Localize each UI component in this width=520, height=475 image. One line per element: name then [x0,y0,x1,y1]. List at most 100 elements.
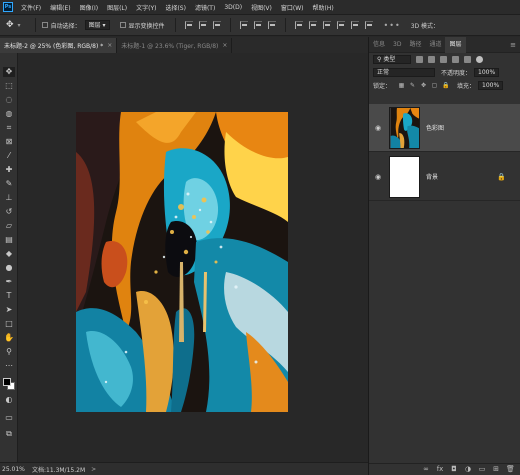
tab-info[interactable]: 信息 [369,37,389,53]
new-layer-icon[interactable]: ⊞ [492,466,500,473]
eraser-tool-icon[interactable]: ▱ [3,221,15,231]
document-canvas[interactable] [76,112,288,412]
distribute-middle-icon[interactable] [350,21,359,29]
layer-name[interactable]: 色彩图 [426,123,444,132]
menu-help[interactable]: 帮助(H) [313,3,334,12]
tab-3d[interactable]: 3D [389,37,405,53]
eyedropper-tool-icon[interactable]: ⁄ [3,151,15,161]
menu-filter[interactable]: 滤镜(T) [195,3,215,12]
menu-image[interactable]: 图像(I) [80,3,98,12]
visibility-eye-icon[interactable]: ◉ [372,124,384,132]
chevron-down-icon[interactable]: ▾ [18,22,21,29]
auto-select-checkbox[interactable] [41,22,48,28]
align-bottom-icon[interactable] [267,21,276,29]
menu-edit[interactable]: 编辑(E) [50,3,70,12]
close-icon[interactable]: × [107,42,112,49]
crop-tool-icon[interactable]: ⌗ [3,123,15,133]
menu-select[interactable]: 选择(S) [165,3,186,12]
align-right-icon[interactable] [212,21,221,29]
hand-tool-icon[interactable]: ✋ [3,333,15,343]
distribute-center-icon[interactable] [308,21,317,29]
rectangle-tool-icon[interactable]: □ [3,319,15,329]
filter-adjustment-icon[interactable] [428,56,435,63]
lock-transparent-icon[interactable]: ▦ [398,82,405,89]
filter-pixel-icon[interactable] [416,56,423,63]
divider [284,18,286,32]
tab-layers[interactable]: 图层 [445,36,466,53]
tab-paths[interactable]: 路径 [405,37,425,53]
adjustment-layer-icon[interactable]: ◑ [464,466,472,473]
edit-toolbar-icon[interactable]: ⧉ [3,429,15,439]
layer-name[interactable]: 背景 [426,172,438,181]
more-tools-icon[interactable]: ⋯ [3,361,15,371]
quick-mask-icon[interactable]: ◐ [3,395,15,405]
quick-select-tool-icon[interactable]: ◍ [3,109,15,119]
filter-toggle-icon[interactable] [476,56,483,63]
align-left-icon[interactable] [184,21,193,29]
layer-style-icon[interactable]: fx [436,466,444,473]
filter-shape-icon[interactable] [452,56,459,63]
distribute-top-icon[interactable] [336,21,345,29]
lock-position-icon[interactable]: ✥ [420,82,427,89]
menu-window[interactable]: 窗口(W) [281,3,304,12]
gradient-tool-icon[interactable]: ▤ [3,235,15,245]
auto-select-dropdown[interactable]: 图层 ▾ [84,20,110,30]
chevron-right-icon[interactable]: > [91,466,96,473]
tab-document-2[interactable]: 未标题-2 @ 25% (色彩图, RGB/8) * × [0,38,118,53]
distribute-bottom-icon[interactable] [364,21,373,29]
clone-stamp-tool-icon[interactable]: ⊥ [3,193,15,203]
align-center-icon[interactable] [198,21,207,29]
canvas-area[interactable] [19,53,368,462]
marquee-tool-icon[interactable]: ⬚ [3,81,15,91]
panel-menu-icon[interactable]: ≡ [510,41,516,49]
lock-all-icon[interactable]: 🔒 [442,82,449,89]
layer-row-color-art[interactable]: ◉ 色彩图 [369,104,520,152]
blur-tool-icon[interactable]: ◆ [3,249,15,259]
distribute-left-icon[interactable] [294,21,303,29]
type-tool-icon[interactable]: T [3,291,15,301]
tab-document-1[interactable]: 未标题-1 @ 23.6% (Tiger, RGB/8) × [117,38,233,53]
foreground-color-swatch[interactable] [3,378,11,386]
delete-layer-icon[interactable]: 🗑 [506,466,515,473]
align-top-icon[interactable] [239,21,248,29]
fill-input[interactable]: 100% [478,81,504,90]
move-tool-icon[interactable]: ✥ [3,67,15,77]
menu-file[interactable]: 文件(F) [21,3,41,12]
lock-image-icon[interactable]: ✎ [409,82,416,89]
lasso-tool-icon[interactable]: ◌ [3,95,15,105]
menu-type[interactable]: 文字(Y) [136,3,156,12]
photoshop-logo-icon: Ps [3,2,13,12]
move-tool-icon[interactable]: ✥ [6,20,14,30]
close-icon[interactable]: × [222,42,227,49]
new-group-icon[interactable]: ▭ [478,466,486,473]
menu-view[interactable]: 视图(V) [251,3,272,12]
healing-brush-tool-icon[interactable]: ✚ [3,165,15,175]
lock-artboard-icon[interactable]: ▢ [431,82,438,89]
menu-3d[interactable]: 3D(D) [224,4,242,11]
blend-opacity-row: 正常 不透明度： 100% [369,66,520,79]
opacity-input[interactable]: 100% [474,68,500,77]
align-middle-icon[interactable] [253,21,262,29]
path-selection-tool-icon[interactable]: ➤ [3,305,15,315]
dodge-tool-icon[interactable]: ● [3,263,15,273]
filter-kind-dropdown[interactable]: ⚲ 类型 [373,55,411,64]
zoom-level[interactable]: 25.01% [2,466,32,473]
add-mask-icon[interactable]: ◘ [450,466,458,473]
blend-mode-dropdown[interactable]: 正常 [373,68,435,77]
layer-row-background[interactable]: ◉ 背景 🔒 [369,153,520,201]
more-options-icon[interactable]: ••• [384,21,401,30]
visibility-eye-icon[interactable]: ◉ [372,173,384,181]
frame-tool-icon[interactable]: ⊠ [3,137,15,147]
show-transform-checkbox[interactable] [119,22,126,28]
filter-smart-object-icon[interactable] [464,56,471,63]
pen-tool-icon[interactable]: ✒ [3,277,15,287]
screen-mode-icon[interactable]: ▭ [3,413,15,423]
filter-type-icon[interactable] [440,56,447,63]
brush-tool-icon[interactable]: ✎ [3,179,15,189]
menu-layer[interactable]: 图层(L) [107,3,127,12]
history-brush-tool-icon[interactable]: ↺ [3,207,15,217]
distribute-right-icon[interactable] [322,21,331,29]
tab-channels[interactable]: 通道 [425,37,445,53]
link-layers-icon[interactable]: ∞ [422,466,430,473]
zoom-tool-icon[interactable]: ⚲ [3,347,15,357]
